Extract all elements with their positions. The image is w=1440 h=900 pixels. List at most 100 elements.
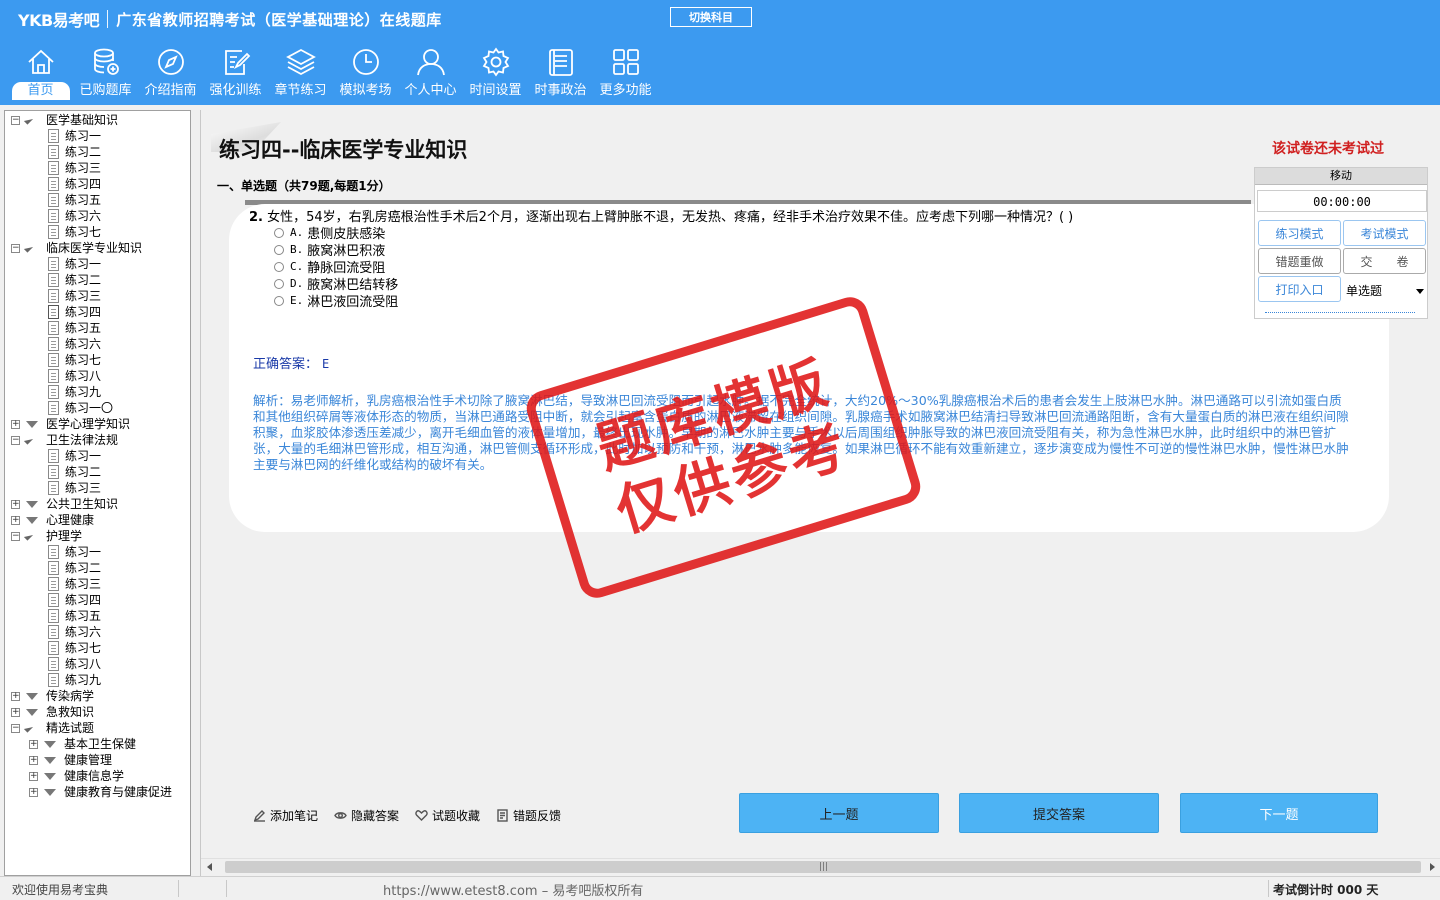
tree-node-item[interactable]: 练习三 — [5, 576, 190, 592]
tree-node-category[interactable]: − 护理学 — [5, 528, 190, 544]
collapse-icon[interactable]: − — [11, 724, 20, 733]
tree-node-item[interactable]: 练习二 — [5, 144, 190, 160]
expand-icon[interactable]: + — [29, 756, 38, 765]
redo-wrong-button[interactable]: 错题重做 — [1258, 248, 1341, 274]
expand-icon[interactable]: + — [11, 692, 20, 701]
expand-icon[interactable]: + — [29, 740, 38, 749]
radio-button[interactable] — [274, 244, 284, 255]
radio-button[interactable] — [274, 261, 284, 272]
tree-node-item[interactable]: + 健康管理 — [5, 752, 190, 768]
collapse-icon[interactable]: − — [11, 244, 20, 253]
scroll-right-arrow[interactable] — [1430, 863, 1435, 871]
tree-node-item[interactable]: 练习二 — [5, 272, 190, 288]
tree-node-item[interactable]: 练习一 — [5, 256, 190, 272]
expand-icon[interactable]: + — [11, 516, 20, 525]
option-e[interactable]: E. 淋巴液回流受阻 — [274, 292, 398, 310]
scroll-left-arrow[interactable] — [207, 863, 212, 871]
tree-node-category[interactable]: − 精选试题 — [5, 720, 190, 736]
tree-node-category[interactable]: − 临床医学专业知识 — [5, 240, 190, 256]
tree-node-category[interactable]: + 医学心理学知识 — [5, 416, 190, 432]
tree-node-item[interactable]: 练习二 — [5, 560, 190, 576]
tree-node-item[interactable]: 练习二 — [5, 464, 190, 480]
option-a[interactable]: A. 患侧皮肤感染 — [274, 224, 398, 242]
tree-node-item[interactable]: + 基本卫生保健 — [5, 736, 190, 752]
question-type-select[interactable]: 单选题 — [1344, 278, 1428, 304]
add-note-link[interactable]: 添加笔记 — [253, 807, 318, 824]
nav-time-settings[interactable]: 时间设置 — [463, 46, 528, 102]
horizontal-scrollbar[interactable]: ||| — [201, 858, 1440, 874]
nav-training[interactable]: 强化训练 — [203, 46, 268, 102]
exam-mode-button[interactable]: 考试模式 — [1343, 220, 1426, 246]
nav-current-affairs[interactable]: 时事政治 — [528, 46, 593, 102]
tree-node-category[interactable]: + 急救知识 — [5, 704, 190, 720]
tree-node-item[interactable]: 练习一 — [5, 448, 190, 464]
tree-node-item[interactable]: 练习五 — [5, 320, 190, 336]
print-button[interactable]: 打印入口 — [1258, 276, 1341, 302]
favorite-link[interactable]: 试题收藏 — [415, 807, 480, 824]
expand-icon[interactable]: + — [29, 788, 38, 797]
tree-node-item[interactable]: + 健康信息学 — [5, 768, 190, 784]
prev-question-button[interactable]: 上一题 — [739, 793, 939, 833]
collapse-icon[interactable]: − — [11, 532, 20, 541]
tree-node-item[interactable]: 练习四 — [5, 304, 190, 320]
tree-node-item[interactable]: 练习六 — [5, 208, 190, 224]
nav-home[interactable]: 首页 — [8, 46, 73, 102]
tree-node-item[interactable]: 练习四 — [5, 176, 190, 192]
tree-node-item[interactable]: 练习七 — [5, 352, 190, 368]
expand-icon[interactable]: + — [11, 420, 20, 429]
tree-node-item[interactable]: 练习三 — [5, 160, 190, 176]
tree-node-category[interactable]: + 心理健康 — [5, 512, 190, 528]
nav-purchased[interactable]: 已购题库 — [73, 46, 138, 102]
collapse-icon[interactable]: − — [11, 116, 20, 125]
tree-node-item[interactable]: 练习五 — [5, 608, 190, 624]
tree-node-item[interactable]: 练习八 — [5, 656, 190, 672]
nav-mock-exam[interactable]: 模拟考场 — [333, 46, 398, 102]
tree-node-item[interactable]: 练习七 — [5, 640, 190, 656]
collapse-icon[interactable]: − — [11, 436, 20, 445]
hide-answer-link[interactable]: 隐藏答案 — [334, 807, 399, 824]
tree-node-item[interactable]: 练习三 — [5, 480, 190, 496]
tree-node-item[interactable]: 练习八 — [5, 368, 190, 384]
nav-guide[interactable]: 介绍指南 — [138, 46, 203, 102]
tree-node-item[interactable]: 练习六 — [5, 624, 190, 640]
expand-icon[interactable]: + — [11, 500, 20, 509]
option-d[interactable]: D. 腋窝淋巴结转移 — [274, 275, 398, 293]
feedback-link[interactable]: 错题反馈 — [496, 807, 561, 824]
next-question-button[interactable]: 下一题 — [1180, 793, 1378, 833]
scroll-thumb[interactable]: ||| — [225, 861, 1421, 873]
tree-node-category[interactable]: + 传染病学 — [5, 688, 190, 704]
submit-answer-button[interactable]: 提交答案 — [959, 793, 1159, 833]
tree-node-category[interactable]: − 医学基础知识 — [5, 112, 190, 128]
radio-button[interactable] — [274, 295, 284, 306]
tree-node-label: 练习九 — [65, 673, 102, 687]
expand-icon[interactable]: + — [29, 772, 38, 781]
tree-node-item[interactable]: 练习一 — [5, 544, 190, 560]
tree-node-item[interactable]: 练习七 — [5, 224, 190, 240]
tree-node-item[interactable]: 练习五 — [5, 192, 190, 208]
tree-node-item[interactable]: 练习四 — [5, 592, 190, 608]
tree-node-category[interactable]: + 公共卫生知识 — [5, 496, 190, 512]
switch-subject-button[interactable]: 切换科目 — [670, 7, 752, 27]
nav-label: 时间设置 — [469, 83, 522, 98]
tree-node-item[interactable]: 练习六 — [5, 336, 190, 352]
radio-button[interactable] — [274, 278, 284, 289]
option-c[interactable]: C. 静脉回流受阻 — [274, 258, 398, 276]
option-b[interactable]: B. 腋窝淋巴积液 — [274, 241, 398, 259]
tree-node-item[interactable]: 练习九 — [5, 384, 190, 400]
tree-node-category[interactable]: − 卫生法律法规 — [5, 432, 190, 448]
nav-profile[interactable]: 个人中心 — [398, 46, 463, 102]
expand-icon[interactable]: + — [11, 708, 20, 717]
panel-move-handle[interactable]: 移动 — [1255, 168, 1427, 185]
tree-node-item[interactable]: 练习一〇 — [5, 400, 190, 416]
tree-node-item[interactable]: + 健康教育与健康促进 — [5, 784, 190, 800]
tree-node-item[interactable]: 练习三 — [5, 288, 190, 304]
tree-node-item[interactable]: 练习九 — [5, 672, 190, 688]
document-icon — [48, 353, 59, 367]
nav-more[interactable]: 更多功能 — [593, 46, 658, 102]
nav-chapter[interactable]: 章节练习 — [268, 46, 333, 102]
radio-button[interactable] — [274, 227, 284, 238]
question-type-value: 单选题 — [1346, 284, 1383, 298]
practice-mode-button[interactable]: 练习模式 — [1258, 220, 1341, 246]
tree-node-item[interactable]: 练习一 — [5, 128, 190, 144]
submit-paper-button[interactable]: 交 卷 — [1343, 248, 1426, 274]
